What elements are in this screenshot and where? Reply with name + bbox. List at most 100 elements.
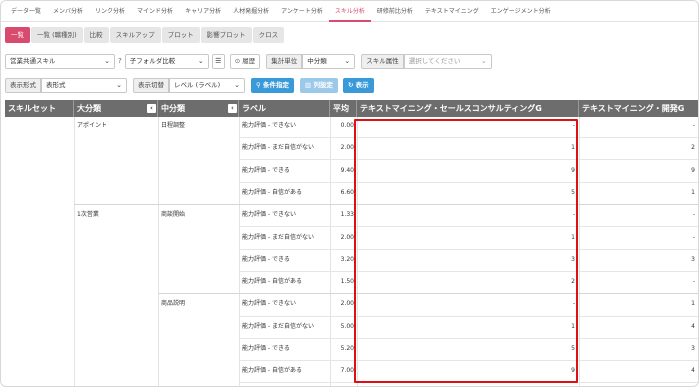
nav-item[interactable]: スキル分析 [328,1,371,22]
nav-item[interactable]: メンバ分析 [47,1,89,22]
cell-label: 能力評価 - できない [242,211,296,219]
agg-unit-value: 中分類 [307,56,327,65]
subtab[interactable]: クロス [252,27,285,43]
skill-select-value: 営業共通スキル [10,56,56,65]
history-button[interactable]: ⊙ 履歴 [229,53,261,69]
show-button[interactable]: ↻ 表示 [342,77,374,93]
nav-item[interactable]: アンケート分析 [275,1,329,22]
cell-group-2: 2 [691,144,695,152]
nav-item[interactable]: エンゲージメント分析 [485,1,557,22]
cell-middle: 商品説明 [161,300,186,308]
sub-tabs: 一覧 一覧 (職種別) 比較 スキルアップ プロット 影響プロット クロス [5,27,285,43]
top-navigation: データ一覧 メンバ分析 リンク分析 マインド分析 キャリア分析 人材発掘分析 アンケート分析… [1,1,698,22]
nav-item[interactable]: マインド分析 [131,1,179,22]
search-icon: ⚲ [256,80,261,89]
cell-avg: 2.00 [340,300,354,308]
cell-group-2: - [692,211,695,219]
nav-item[interactable]: データ一覧 [5,1,47,22]
header-major: 大分類 [74,100,158,117]
condition-button[interactable]: ⚲ 条件指定 [251,77,295,93]
cell-group-1: 9 [571,166,575,174]
nav-item[interactable]: リンク分析 [89,1,131,22]
subtab[interactable]: 一覧 [5,27,30,43]
compare-select[interactable]: 子フォルダ比較 ⌄ [124,53,209,69]
history-icon: ⊙ [234,56,241,65]
row-divider [239,181,698,183]
chevron-down-icon: ⌄ [344,56,351,65]
agg-unit-label: 集計単位 [266,53,303,69]
column-divider [74,117,75,386]
chevron-down-icon: ⌄ [104,56,110,65]
display-format-label: 表示形式 [5,77,41,93]
header-label: ラベル [239,100,330,117]
header-group-1: テキストマイニング・セールスコンサルティングG [357,100,579,117]
cell-group-1: 5 [571,345,575,352]
chevron-down-icon: ⌄ [234,80,240,89]
cell-group-1: 1 [571,144,575,152]
header-avg: 平均 [330,100,357,117]
cell-group-1: 1 [571,322,575,330]
group-divider [158,293,698,295]
cell-label: 能力評価 - まだ自信がない [242,322,314,330]
compare-select-value: 子フォルダ比較 [129,56,176,65]
display-switch-select[interactable]: レベル (ラベル) ⌄ [169,77,245,93]
cell-avg: 1.50 [340,278,354,286]
skill-attr-select[interactable]: 選択してください ⌄ [403,53,492,69]
cell-group-2: 9 [691,166,695,174]
display-format-select[interactable]: 表形式 ⌄ [41,77,127,93]
collapse-major-icon[interactable]: ‹ [147,104,156,113]
skill-table: スキルセット 大分類 ‹ 中分類 ‹ ラベル 平均 テキストマイニング・セールス… [5,100,698,386]
controls-row-1: 営業共通スキル ⌄ ? 子フォルダ比較 ⌄ ☰ ⊙ 履歴 集計単位 中分類 ⌄ … [5,53,492,69]
row-divider [239,226,698,228]
refresh-icon: ↻ [347,80,354,89]
cell-avg: 6.60 [340,188,354,196]
cell-label: 能力評価 - 自信がある [242,367,302,375]
cell-group-2: 4 [691,367,695,375]
cell-group-1: - [572,211,575,219]
display-switch-value: レベル (ラベル) [174,80,221,89]
chevron-down-icon: ⌄ [480,56,487,65]
nav-item[interactable]: 研修前比分析 [371,1,419,22]
cell-group-2: 1 [691,300,695,308]
cell-middle: 商談開始 [161,211,186,219]
subtab[interactable]: 一覧 (職種別) [31,27,83,43]
subtab[interactable]: スキルアップ [109,27,161,43]
subtab[interactable]: プロット [161,27,200,43]
cell-major [77,300,155,308]
row-divider [239,248,698,250]
column-setting-button[interactable]: ▥ 列設定 [300,77,338,93]
list-icon-button[interactable]: ☰ [211,53,225,69]
cell-label: 能力評価 - まだ自信がない [242,233,314,241]
skill-select[interactable]: 営業共通スキル ⌄ [5,53,115,69]
row-divider [239,382,698,384]
nav-item[interactable]: キャリア分析 [179,1,227,22]
header-group-2: テキストマイニング・開発G [582,104,685,113]
skill-attr-label: スキル属性 [361,53,404,69]
display-switch-label: 表示切替 [133,77,169,93]
subtab[interactable]: 影響プロット [200,27,252,43]
cell-group-1: 2 [571,278,575,286]
group-divider [74,204,698,206]
nav-item[interactable]: テキストマイニング [419,1,485,22]
collapse-middle-icon[interactable]: ‹ [228,104,237,113]
cell-avg: 5.20 [340,345,354,352]
column-setting-label: 列設定 [313,80,333,89]
cell-avg: 0.00 [340,122,354,129]
history-label: 履歴 [242,56,256,65]
cell-label: 能力評価 - まだ自信がない [242,144,314,152]
cell-avg: 2.00 [340,233,354,241]
cell-group-2: 4 [691,322,695,330]
help-icon[interactable]: ? [118,57,122,65]
cell-avg: 5.00 [340,322,354,330]
subtab[interactable]: 比較 [83,27,109,43]
chevron-down-icon: ⌄ [116,80,122,89]
row-divider [239,337,698,339]
cell-label: 能力評価 - 自信がある [242,188,302,196]
cell-major: アポイント [77,122,108,129]
cell-avg: 2.00 [340,144,354,152]
cell-label: 能力評価 - できない [242,300,296,308]
cell-group-2: 3 [691,345,695,352]
nav-item[interactable]: 人材発掘分析 [227,1,275,22]
agg-unit-select[interactable]: 中分類 ⌄ [302,53,356,69]
row-divider [239,270,698,272]
